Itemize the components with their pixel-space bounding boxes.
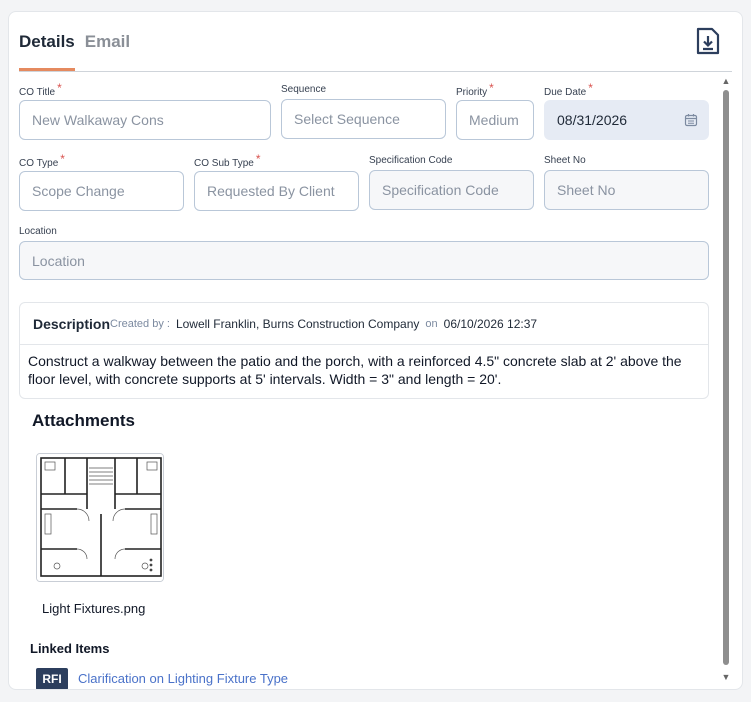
- spec-code-field[interactable]: Specification Code: [369, 170, 534, 210]
- created-by-label: Created by :: [110, 317, 170, 330]
- due-date-label: Due Date *: [544, 81, 593, 98]
- tab-bar: Details Email: [19, 32, 130, 71]
- created-on-value: 06/10/2026 12:37: [443, 316, 538, 331]
- created-on-label: on: [425, 317, 438, 330]
- co-sub-type-select[interactable]: Requested By Client: [194, 171, 359, 211]
- tab-details[interactable]: Details: [19, 32, 75, 71]
- rfi-badge: RFI: [36, 668, 68, 689]
- description-header: Description Created by : Lowell Franklin…: [20, 303, 708, 345]
- location-field[interactable]: Location: [19, 241, 709, 280]
- attachment-filename: Light Fixtures.png: [42, 601, 146, 616]
- tab-email[interactable]: Email: [85, 32, 130, 71]
- download-icon: [696, 27, 720, 55]
- attachment-thumbnail[interactable]: [36, 453, 164, 582]
- due-date-value: 08/31/2026: [557, 112, 628, 128]
- co-type-select[interactable]: Scope Change: [19, 171, 184, 211]
- download-button[interactable]: [694, 26, 722, 56]
- scroll-up-arrow-icon[interactable]: ▲: [721, 76, 731, 86]
- sequence-select[interactable]: Select Sequence: [281, 99, 446, 139]
- scroll-down-arrow-icon[interactable]: ▼: [721, 672, 731, 682]
- sequence-label: Sequence: [281, 84, 327, 95]
- floor-plan-image: [37, 454, 163, 581]
- sheet-no-label: Sheet No: [544, 155, 586, 166]
- attachments-title: Attachments: [32, 411, 135, 430]
- created-by-value: Lowell Franklin, Burns Construction Comp…: [175, 316, 420, 331]
- co-type-label: CO Type *: [19, 152, 65, 169]
- linked-items-title: Linked Items: [30, 641, 110, 656]
- vertical-scrollbar[interactable]: ▲ ▼: [721, 76, 731, 682]
- scrollbar-thumb[interactable]: [723, 90, 729, 665]
- co-title-field[interactable]: New Walkaway Cons: [19, 100, 271, 140]
- description-text: Construct a walkway between the patio an…: [28, 353, 682, 387]
- priority-label: Priority *: [456, 81, 494, 98]
- details-form: CO Title * New Walkaway Cons Sequence Sel…: [19, 81, 709, 689]
- location-label: Location: [19, 226, 57, 237]
- description-box: Description Created by : Lowell Franklin…: [19, 302, 709, 399]
- change-order-panel: Details Email CO Title * New Walkaway Con…: [8, 11, 743, 690]
- spec-code-label: Specification Code: [369, 155, 453, 166]
- due-date-field[interactable]: 08/31/2026: [544, 100, 709, 140]
- co-title-label: CO Title *: [19, 81, 62, 98]
- linked-rfi-link[interactable]: Clarification on Lighting Fixture Type: [78, 671, 288, 686]
- tab-divider: [19, 71, 732, 72]
- sheet-no-field[interactable]: Sheet No: [544, 170, 709, 210]
- co-sub-type-label: CO Sub Type *: [194, 152, 261, 169]
- calendar-icon[interactable]: [684, 113, 698, 127]
- description-title: Description: [33, 315, 111, 332]
- priority-select[interactable]: Medium: [456, 100, 534, 140]
